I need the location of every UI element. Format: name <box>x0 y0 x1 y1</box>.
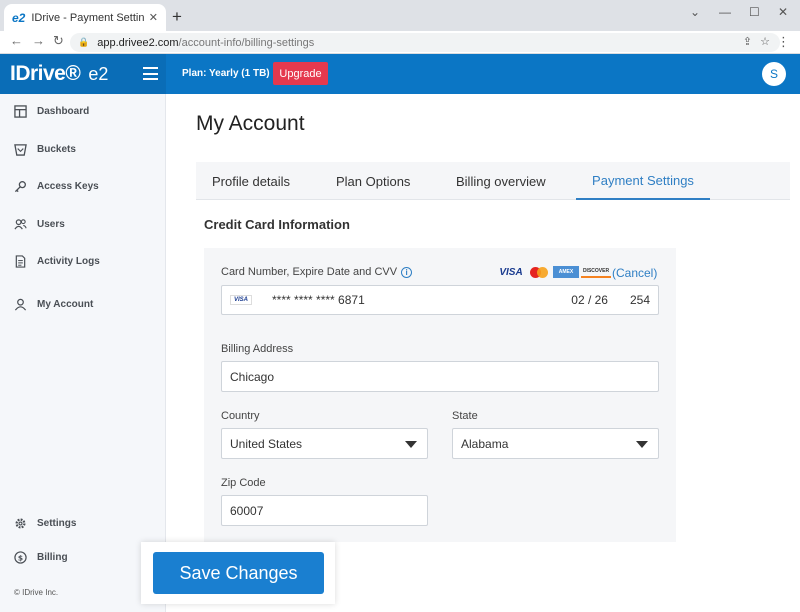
copyright: © IDrive Inc. <box>14 588 59 597</box>
star-icon[interactable]: ☆ <box>760 35 770 48</box>
upgrade-button[interactable]: Upgrade <box>273 62 328 85</box>
logo[interactable]: IDrive® e2 <box>0 54 166 94</box>
page-title: My Account <box>196 112 305 135</box>
discover-logo: DISCOVER <box>581 266 611 278</box>
log-icon <box>13 254 27 268</box>
zip-label: Zip Code <box>221 477 266 489</box>
billing-address-input[interactable]: Chicago <box>221 361 659 392</box>
browser-tab[interactable]: e2 IDrive - Payment Settings ✕ <box>4 4 166 31</box>
cancel-link[interactable]: (Cancel) <box>612 266 657 280</box>
sidebar-item-label: Buckets <box>37 143 76 155</box>
lock-icon: 🔒 <box>78 37 90 47</box>
sidebar: Dashboard Buckets Access Keys Users Acti… <box>0 94 166 612</box>
plan-label: Plan: Yearly (1 TB) <box>182 68 270 79</box>
svg-text:$: $ <box>17 553 22 562</box>
avatar[interactable]: S <box>762 62 786 86</box>
country-label: Country <box>221 410 260 422</box>
sidebar-item-label: Activity Logs <box>37 255 100 267</box>
url-input[interactable]: 🔒 app.drivee2.com/account-info/billing-s… <box>70 33 780 52</box>
tab-profile-details[interactable]: Profile details <box>212 162 290 200</box>
browser-tabstrip: e2 IDrive - Payment Settings ✕ + ⌄ — ☐ ✕ <box>0 0 800 31</box>
state-label: State <box>452 410 478 422</box>
mastercard-logo <box>527 266 551 278</box>
state-select[interactable]: Alabama <box>452 428 659 459</box>
sidebar-item-dashboard[interactable]: Dashboard <box>0 96 166 126</box>
save-changes-button[interactable]: Save Changes <box>153 552 324 594</box>
app-header: IDrive® e2 Plan: Yearly (1 TB) Upgrade S <box>0 54 800 94</box>
tab-billing-overview[interactable]: Billing overview <box>456 162 546 200</box>
bucket-icon <box>13 142 27 156</box>
tab-plan-options[interactable]: Plan Options <box>336 162 410 200</box>
sidebar-item-label: Settings <box>37 517 77 529</box>
close-icon[interactable]: ✕ <box>149 11 158 24</box>
billing-address-label: Billing Address <box>221 343 294 355</box>
key-icon <box>13 179 27 193</box>
forward-icon[interactable]: → <box>32 33 45 48</box>
minimize-icon[interactable]: — <box>719 5 731 19</box>
card-expiry[interactable]: 02 / 26 <box>571 293 608 307</box>
logo-suffix: e2 <box>88 63 109 84</box>
chevron-down-icon <box>636 441 648 448</box>
card-logos: VISA AMEX DISCOVER <box>497 266 611 278</box>
users-icon <box>13 217 27 231</box>
amex-logo: AMEX <box>553 266 579 278</box>
sidebar-item-my-account[interactable]: My Account <box>0 289 166 319</box>
url-path: /account-info/billing-settings <box>178 36 315 49</box>
card-cvv[interactable]: 254 <box>630 293 650 307</box>
back-icon[interactable]: ← <box>10 33 23 48</box>
sidebar-item-label: Billing <box>37 551 68 563</box>
country-select[interactable]: United States <box>221 428 428 459</box>
zip-input[interactable]: 60007 <box>221 495 428 526</box>
card-input[interactable]: VISA **** **** **** 6871 02 / 26 254 <box>221 285 659 315</box>
sidebar-item-label: Users <box>37 218 65 230</box>
logo-text: IDrive® <box>10 62 81 85</box>
hamburger-menu-icon[interactable] <box>143 67 158 80</box>
share-icon[interactable]: ⇪ <box>743 35 752 48</box>
gear-icon <box>13 516 27 530</box>
maximize-icon[interactable]: ☐ <box>749 5 760 19</box>
card-label-text: Card Number, Expire Date and CVV <box>221 266 398 278</box>
tab-payment-settings[interactable]: Payment Settings <box>576 162 710 200</box>
chevron-down-icon[interactable]: ⌄ <box>690 5 700 19</box>
sidebar-item-access-keys[interactable]: Access Keys <box>0 171 166 201</box>
dashboard-icon <box>13 104 27 118</box>
sidebar-item-users[interactable]: Users <box>0 209 166 239</box>
sidebar-item-label: Access Keys <box>37 180 99 192</box>
sidebar-item-settings[interactable]: Settings <box>0 508 166 538</box>
browser-menu-icon[interactable]: ⋮ <box>777 34 790 50</box>
window-close-icon[interactable]: ✕ <box>778 5 788 19</box>
user-icon <box>13 297 27 311</box>
chevron-down-icon <box>405 441 417 448</box>
visa-logo: VISA <box>499 266 523 278</box>
url-host: app.drivee2.com <box>97 36 179 49</box>
address-bar: ← → ↻ 🔒 app.drivee2.com/account-info/bil… <box>0 31 800 54</box>
sidebar-item-label: My Account <box>37 298 94 310</box>
info-icon[interactable]: i <box>401 266 413 278</box>
favicon-icon: e2 <box>12 10 26 25</box>
dollar-icon: $ <box>13 550 27 564</box>
save-bar: Save Changes <box>141 542 335 604</box>
reload-icon[interactable]: ↻ <box>53 33 64 49</box>
sidebar-item-activity-logs[interactable]: Activity Logs <box>0 246 166 276</box>
country-value: United States <box>230 436 303 451</box>
sidebar-item-buckets[interactable]: Buckets <box>0 134 166 164</box>
new-tab-icon[interactable]: + <box>172 7 182 27</box>
state-value: Alabama <box>461 436 509 451</box>
card-brand-icon: VISA <box>230 295 253 305</box>
card-number: **** **** **** 6871 <box>272 293 365 307</box>
account-tabs: Profile details Plan Options Billing ove… <box>196 162 790 200</box>
sidebar-item-label: Dashboard <box>37 105 90 117</box>
card-field-label: Card Number, Expire Date and CVV i <box>221 266 413 278</box>
tab-title: IDrive - Payment Settings <box>31 11 145 24</box>
section-title: Credit Card Information <box>204 217 350 232</box>
